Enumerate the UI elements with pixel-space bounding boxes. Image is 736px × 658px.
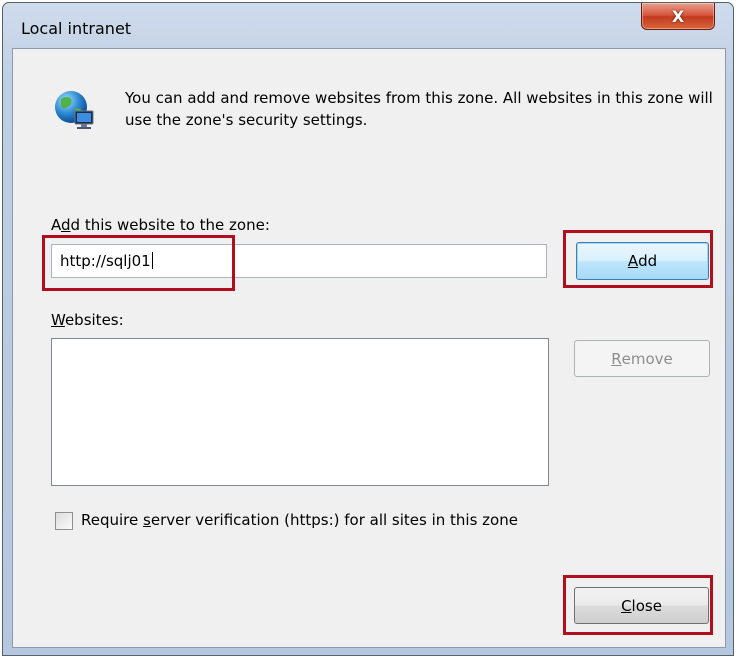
text-caret xyxy=(151,252,153,269)
website-url-input[interactable]: http://sqlj01 xyxy=(51,244,547,278)
add-button-mnemonic: A xyxy=(627,252,639,270)
add-website-label-end: d this website to the zone: xyxy=(70,216,270,234)
window-close-button[interactable]: X xyxy=(641,3,715,30)
globe-computer-icon xyxy=(55,91,94,129)
require-https-label[interactable]: Require server verification (https:) for… xyxy=(81,511,518,529)
add-website-label-start: A xyxy=(51,216,61,234)
close-button[interactable]: Close xyxy=(574,587,709,624)
websites-label-rest: ebsites: xyxy=(64,311,124,329)
websites-label-mnemonic: W xyxy=(51,311,65,329)
add-website-label-mnemonic: d xyxy=(61,216,71,234)
add-button[interactable]: Add xyxy=(576,242,709,280)
require-https-label-mnemonic: s xyxy=(143,511,151,529)
intro-text: You can add and remove websites from thi… xyxy=(125,89,713,129)
close-button-label: lose xyxy=(631,596,662,615)
remove-button[interactable]: Remove xyxy=(574,340,710,377)
title-bar[interactable]: Local intranet X xyxy=(3,3,733,47)
websites-list[interactable] xyxy=(51,338,549,486)
dialog-body: You can add and remove websites from thi… xyxy=(12,48,726,648)
close-icon: X xyxy=(671,6,685,26)
add-button-label: dd xyxy=(638,252,658,270)
require-https-label-end: erver verification (https:) for all site… xyxy=(150,511,518,529)
remove-button-label: emove xyxy=(621,349,673,368)
websites-label: Websites: xyxy=(51,311,124,329)
require-https-label-start: Require xyxy=(81,511,144,529)
add-website-label: Add this website to the zone: xyxy=(51,216,270,234)
window-title: Local intranet xyxy=(21,19,132,38)
require-https-checkbox[interactable] xyxy=(55,512,73,530)
close-button-mnemonic: C xyxy=(621,596,632,615)
remove-button-mnemonic: R xyxy=(611,349,622,368)
website-url-value: http://sqlj01 xyxy=(60,252,151,270)
local-intranet-dialog: Local intranet X You can add and remove … xyxy=(2,2,734,656)
